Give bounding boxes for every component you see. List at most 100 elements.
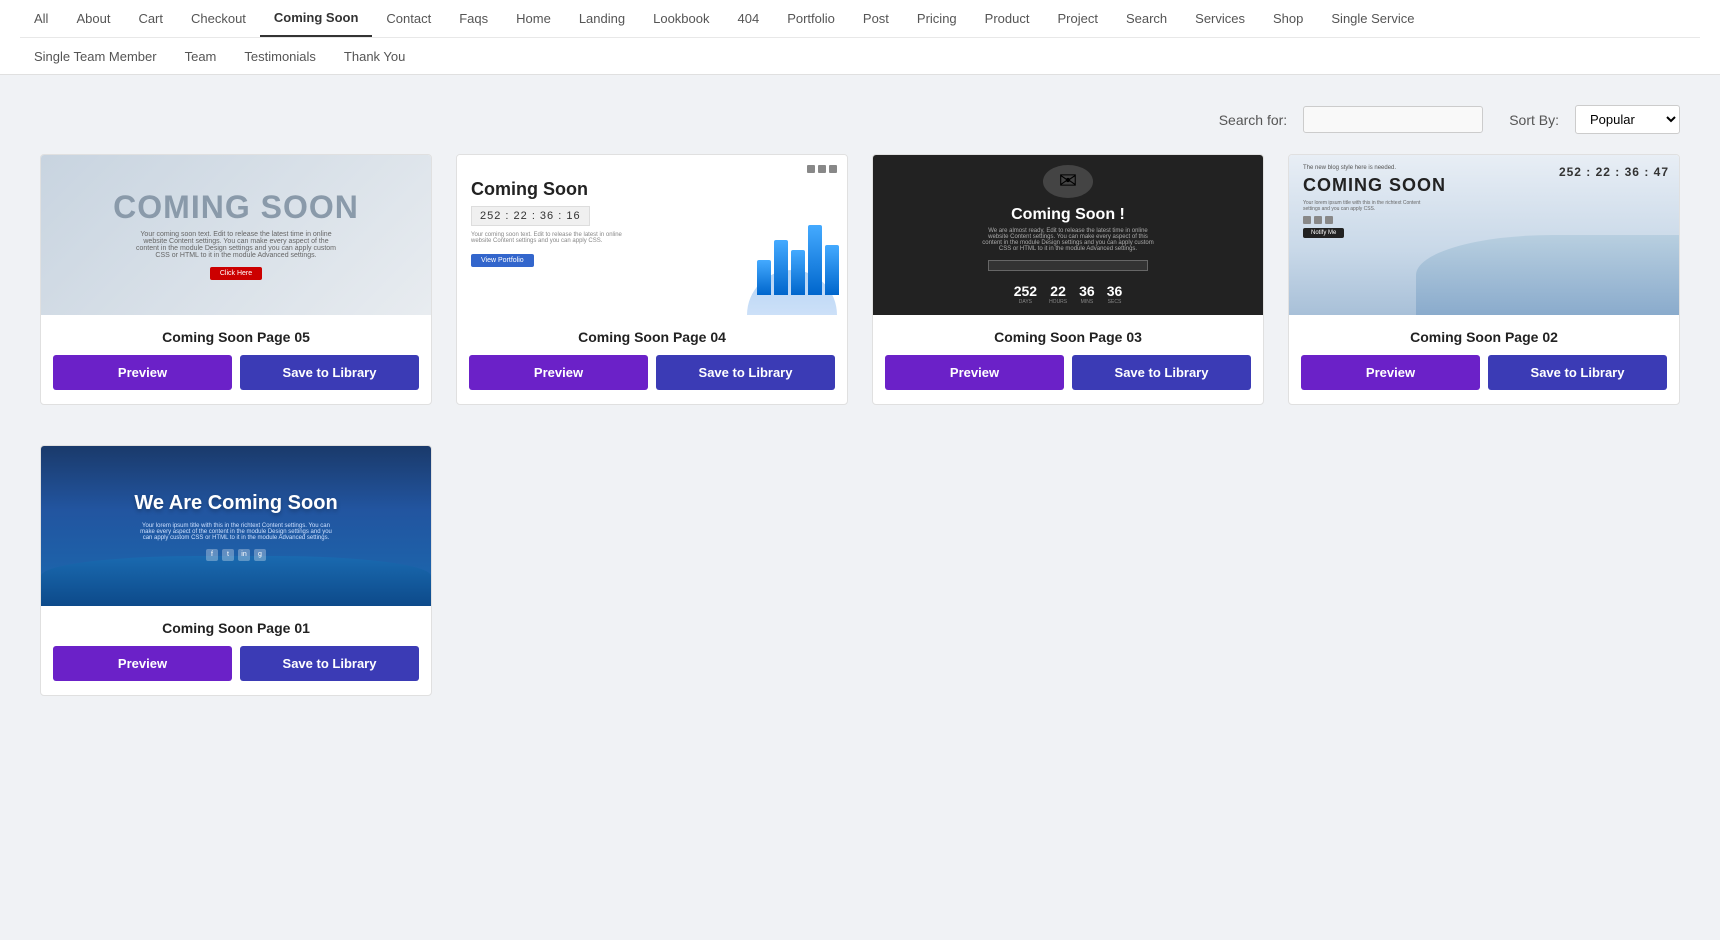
- nav-item-contact[interactable]: Contact: [372, 1, 445, 36]
- card-page03-actions: Preview Save to Library: [873, 355, 1263, 404]
- preview-button-page01[interactable]: Preview: [53, 646, 232, 681]
- thumb02-dot-2: [1314, 216, 1322, 224]
- thumb02-ocean: [1416, 235, 1679, 315]
- nav-item-shop[interactable]: Shop: [1259, 1, 1317, 36]
- nav-item-pricing[interactable]: Pricing: [903, 1, 971, 36]
- thumb03-secs-label: SECS: [1107, 299, 1123, 305]
- preview-button-page03[interactable]: Preview: [885, 355, 1064, 390]
- nav-item-cart[interactable]: Cart: [124, 1, 177, 36]
- thumb03-icon: ✉: [1043, 165, 1093, 198]
- card-page04-actions: Preview Save to Library: [457, 355, 847, 404]
- nav-item-single-service[interactable]: Single Service: [1317, 1, 1428, 36]
- card-page04-title: Coming Soon Page 04: [457, 315, 847, 355]
- chart-area: [727, 205, 847, 315]
- thumb03-secs-val: 36: [1107, 283, 1123, 299]
- sort-label: Sort By:: [1509, 112, 1559, 128]
- icon-dot-3: [829, 165, 837, 173]
- social-icon-3: in: [238, 549, 250, 561]
- nav-row-2: Single Team MemberTeamTestimonialsThank …: [20, 38, 1700, 74]
- thumb04-icons: [807, 165, 837, 173]
- thumb02-notifybtn: Notify Me: [1303, 228, 1344, 238]
- nav-item-thank-you[interactable]: Thank You: [330, 39, 419, 74]
- top-navigation: AllAboutCartCheckoutComing SoonContactFa…: [0, 0, 1720, 75]
- card-page03: ✉ Coming Soon ! We are almost ready, Edi…: [872, 154, 1264, 405]
- template-grid-row2: We Are Coming Soon Your lorem ipsum titl…: [0, 445, 1720, 736]
- thumb-page04: Coming Soon 252 : 22 : 36 : 16 Your comi…: [457, 155, 847, 315]
- bar-1: [757, 260, 771, 295]
- thumb03-num-hours: 22 HOURS: [1049, 283, 1067, 305]
- thumb04-viewbtn: View Portfolio: [471, 254, 534, 267]
- nav-item-lookbook[interactable]: Lookbook: [639, 1, 723, 36]
- toolbar: Search for: Sort By: PopularNewestOldest: [0, 75, 1720, 154]
- card-page03-title: Coming Soon Page 03: [873, 315, 1263, 355]
- thumb-page01: We Are Coming Soon Your lorem ipsum titl…: [41, 446, 431, 606]
- nav-item-single-team-member[interactable]: Single Team Member: [20, 39, 171, 74]
- icon-dot-1: [807, 165, 815, 173]
- card-page02-title: Coming Soon Page 02: [1289, 315, 1679, 355]
- nav-item-home[interactable]: Home: [502, 1, 565, 36]
- thumb01-icons: f t in g: [206, 549, 266, 561]
- nav-item-404[interactable]: 404: [724, 1, 774, 36]
- nav-item-coming-soon[interactable]: Coming Soon: [260, 0, 373, 37]
- save-button-page05[interactable]: Save to Library: [240, 355, 419, 390]
- social-icon-2: t: [222, 549, 234, 561]
- nav-item-about[interactable]: About: [62, 1, 124, 36]
- thumb02-sub: Your lorem ipsum title with this in the …: [1303, 200, 1423, 212]
- nav-item-team[interactable]: Team: [171, 39, 231, 74]
- thumb05-title: COMING SOON: [113, 190, 359, 225]
- nav-item-portfolio[interactable]: Portfolio: [773, 1, 849, 36]
- card-page04: Coming Soon 252 : 22 : 36 : 16 Your comi…: [456, 154, 848, 405]
- thumb02-toptext: The new blog style here is needed.: [1303, 165, 1396, 171]
- sort-select[interactable]: PopularNewestOldest: [1575, 105, 1680, 134]
- thumb03-num-mins: 36 MINS: [1079, 283, 1095, 305]
- preview-button-page05[interactable]: Preview: [53, 355, 232, 390]
- thumb03-days-label: DAYS: [1014, 299, 1037, 305]
- thumb05-btn: Click Here: [210, 267, 262, 280]
- card-page01-title: Coming Soon Page 01: [41, 606, 431, 646]
- card-page05-actions: Preview Save to Library: [41, 355, 431, 404]
- save-button-page02[interactable]: Save to Library: [1488, 355, 1667, 390]
- nav-item-post[interactable]: Post: [849, 1, 903, 36]
- thumb03-hours-val: 22: [1049, 283, 1067, 299]
- thumb03-mins-val: 36: [1079, 283, 1095, 299]
- thumb03-hours-label: HOURS: [1049, 299, 1067, 305]
- preview-button-page04[interactable]: Preview: [469, 355, 648, 390]
- thumb03-input: [988, 260, 1148, 271]
- thumb02-timer: 252 : 22 : 36 : 47: [1559, 165, 1669, 179]
- social-icon-1: f: [206, 549, 218, 561]
- bars-container: [757, 225, 839, 295]
- nav-item-all[interactable]: All: [20, 1, 62, 36]
- icon-dot-2: [818, 165, 826, 173]
- nav-row-1: AllAboutCartCheckoutComing SoonContactFa…: [20, 0, 1700, 38]
- search-input[interactable]: [1303, 106, 1483, 133]
- thumb-page02: 252 : 22 : 36 : 47 The new blog style he…: [1289, 155, 1679, 315]
- thumb04-timer: 252 : 22 : 36 : 16: [471, 206, 590, 226]
- nav-item-search[interactable]: Search: [1112, 1, 1181, 36]
- save-button-page01[interactable]: Save to Library: [240, 646, 419, 681]
- thumb02-icons: [1303, 216, 1333, 224]
- nav-item-product[interactable]: Product: [971, 1, 1044, 36]
- thumb02-dot-3: [1325, 216, 1333, 224]
- nav-item-project[interactable]: Project: [1043, 1, 1111, 36]
- nav-item-testimonials[interactable]: Testimonials: [230, 39, 330, 74]
- card-page01-actions: Preview Save to Library: [41, 646, 431, 695]
- preview-button-page02[interactable]: Preview: [1301, 355, 1480, 390]
- nav-item-faqs[interactable]: Faqs: [445, 1, 502, 36]
- thumb03-num-secs: 36 SECS: [1107, 283, 1123, 305]
- thumb02-dot-1: [1303, 216, 1311, 224]
- thumb-page05: COMING SOON Your coming soon text. Edit …: [41, 155, 431, 315]
- nav-item-landing[interactable]: Landing: [565, 1, 639, 36]
- thumb03-mins-label: MINS: [1079, 299, 1095, 305]
- nav-item-services[interactable]: Services: [1181, 1, 1259, 36]
- nav-item-checkout[interactable]: Checkout: [177, 1, 260, 36]
- card-page02-actions: Preview Save to Library: [1289, 355, 1679, 404]
- bar-5: [825, 245, 839, 295]
- thumb03-sub: We are almost ready, Edit to release the…: [978, 228, 1158, 252]
- save-button-page04[interactable]: Save to Library: [656, 355, 835, 390]
- save-button-page03[interactable]: Save to Library: [1072, 355, 1251, 390]
- thumb04-text: Your coming soon text. Edit to release t…: [471, 232, 631, 244]
- thumb03-numbers: 252 DAYS 22 HOURS 36 MINS 36 SECS: [1014, 283, 1123, 305]
- bar-4: [808, 225, 822, 295]
- thumb02-title: COMING SOON: [1303, 175, 1446, 196]
- thumb01-title: We Are Coming Soon: [134, 492, 337, 515]
